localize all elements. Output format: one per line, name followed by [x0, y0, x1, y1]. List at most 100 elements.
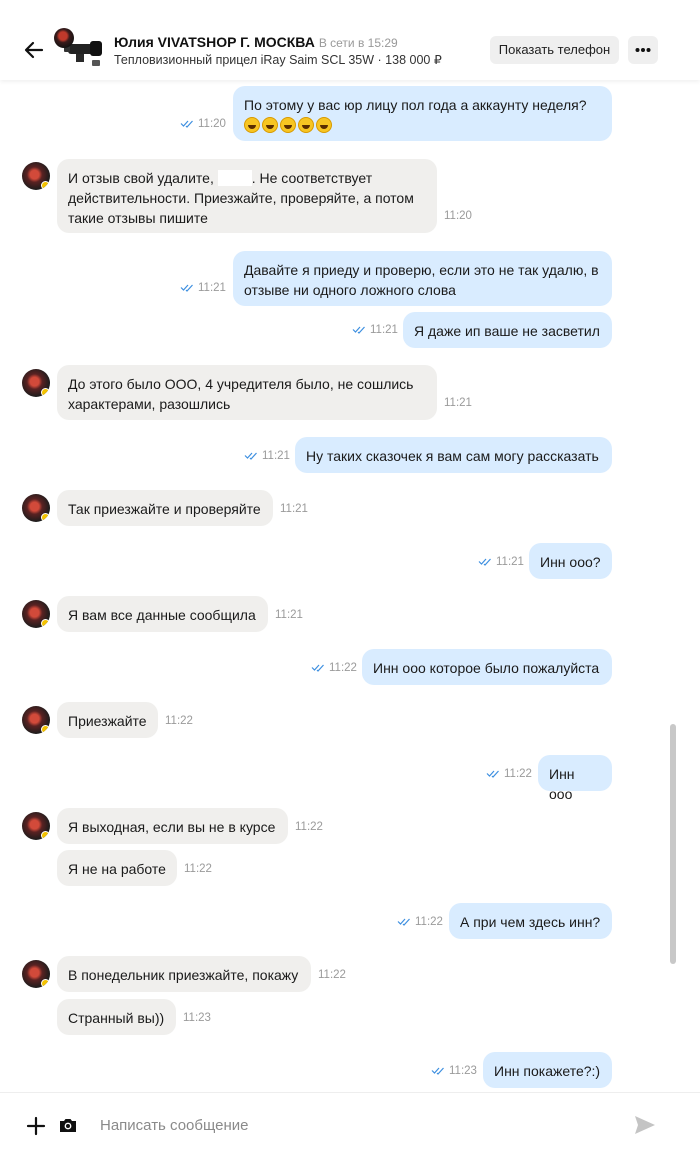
seller-avatar[interactable]: [22, 162, 50, 190]
message-text: Инн ооо которое было пожалуйста: [373, 660, 600, 676]
seller-avatar[interactable]: [22, 960, 50, 988]
incoming-message[interactable]: И отзыв свой удалите, . Не соответствует…: [57, 159, 437, 233]
incoming-message[interactable]: Так приезжайте и проверяйте: [57, 490, 273, 526]
message-text: характерами, разошлись: [68, 396, 231, 412]
outgoing-message[interactable]: Инн покажете?:): [483, 1052, 612, 1088]
message-time: 11:22: [397, 916, 443, 929]
read-check-icon: [311, 663, 325, 675]
message-text: Инн ооо: [549, 766, 575, 802]
incoming-message[interactable]: Я вам все данные сообщила: [57, 596, 268, 632]
message-input[interactable]: [100, 1112, 600, 1138]
outgoing-message[interactable]: По этому у вас юр лицу пол года а аккаун…: [233, 86, 612, 141]
message-time: 11:22: [318, 969, 346, 981]
send-icon[interactable]: [634, 1115, 656, 1135]
message-text: В понедельник приезжайте, покажу: [68, 967, 299, 983]
incoming-message[interactable]: Странный вы)): [57, 999, 176, 1035]
message-time: 11:23: [431, 1065, 477, 1078]
seller-badge-icon: [41, 979, 50, 988]
laughing-emoji-icon: [280, 117, 296, 133]
message-time: 11:21: [352, 324, 398, 337]
back-arrow-icon[interactable]: [22, 38, 46, 62]
laughing-emoji-icon: [262, 117, 278, 133]
incoming-message[interactable]: До этого было ООО, 4 учредителя было, не…: [57, 365, 437, 420]
message-text: По этому у вас юр лицу пол года а аккаун…: [244, 97, 587, 113]
incoming-message[interactable]: В понедельник приезжайте, покажу: [57, 956, 311, 992]
read-check-icon: [431, 1066, 445, 1078]
online-status: В сети в 15:29: [318, 36, 398, 50]
incoming-message[interactable]: Приезжайте: [57, 702, 158, 738]
read-check-icon: [478, 557, 492, 569]
message-time: 11:21: [244, 450, 290, 463]
seller-badge-icon: [41, 388, 50, 397]
seller-badge-icon: [41, 513, 50, 522]
chat-scrollbar[interactable]: [670, 724, 676, 964]
laughing-emoji-icon: [244, 117, 260, 133]
seller-avatar[interactable]: [22, 600, 50, 628]
seller-badge-icon: [41, 619, 50, 628]
outgoing-message[interactable]: А при чем здесь инн?: [449, 903, 612, 939]
read-check-icon: [180, 119, 194, 131]
message-time: 11:21: [444, 397, 472, 409]
redacted-text: [217, 170, 252, 186]
seller-avatar[interactable]: [54, 28, 74, 48]
message-time: 11:20: [180, 118, 226, 131]
attach-plus-icon[interactable]: [25, 1115, 47, 1137]
camera-icon[interactable]: [58, 1115, 78, 1135]
message-time: 11:21: [180, 282, 226, 295]
seller-avatar[interactable]: [22, 369, 50, 397]
message-text: Инн ооо?: [540, 554, 601, 570]
message-time: 11:22: [486, 768, 532, 781]
listing-title[interactable]: Тепловизионный прицел iRay Saim SCL 35W …: [114, 52, 442, 67]
seller-badge-icon: [41, 181, 50, 190]
message-text: И отзыв свой удалите,: [68, 170, 218, 186]
message-text: Инн покажете?:): [494, 1063, 601, 1079]
outgoing-message[interactable]: Ну таких сказочек я вам сам могу рассказ…: [295, 437, 612, 473]
outgoing-message[interactable]: Давайте я приеду и проверю, если это не …: [233, 251, 612, 306]
message-time: 11:23: [183, 1012, 211, 1024]
message-text: Так приезжайте и проверяйте: [68, 501, 261, 517]
laughing-emoji-icon: [316, 117, 332, 133]
message-text: такие отзывы пишите: [68, 210, 208, 226]
read-check-icon: [352, 325, 366, 337]
message-text: отзыве ни одного ложного слова: [244, 282, 456, 298]
read-check-icon: [397, 917, 411, 929]
message-text: А при чем здесь инн?: [460, 914, 601, 930]
read-check-icon: [486, 769, 500, 781]
show-phone-button[interactable]: Показать телефон: [490, 36, 619, 64]
message-text: Я даже ип ваше не засветил: [414, 323, 600, 339]
message-text: Я не на работе: [68, 861, 166, 877]
message-text: Ну таких сказочек я вам сам могу рассказ…: [306, 448, 599, 464]
outgoing-message[interactable]: Инн ооо: [538, 755, 612, 802]
message-time: 11:20: [444, 210, 472, 222]
chat-header: Юлия VIVATSHOP Г. МОСКВА В сети в 15:29 Т…: [0, 0, 700, 80]
incoming-message[interactable]: Я не на работе: [57, 850, 177, 886]
message-text: Я выходная, если вы не в курсе: [68, 819, 276, 835]
laughing-emoji-icon: [298, 117, 314, 133]
message-time: 11:22: [311, 662, 357, 675]
read-check-icon: [180, 283, 194, 295]
more-options-icon[interactable]: [628, 36, 658, 64]
seller-badge-icon: [41, 831, 50, 840]
outgoing-message[interactable]: Инн ооо которое было пожалуйста: [362, 649, 612, 685]
incoming-message[interactable]: Я выходная, если вы не в курсе: [57, 808, 288, 844]
seller-avatar[interactable]: [22, 706, 50, 734]
seller-avatar[interactable]: [22, 494, 50, 522]
message-time: 11:21: [275, 609, 303, 621]
message-text: Давайте я приеду и проверю, если это не …: [244, 262, 599, 278]
outgoing-message[interactable]: Я даже ип ваше не засветил: [403, 312, 612, 348]
message-text: действительности. Приезжайте, проверяйте…: [68, 190, 414, 206]
message-text: Я вам все данные сообщила: [68, 607, 256, 623]
message-text: Приезжайте: [68, 713, 147, 729]
message-time: 11:22: [295, 821, 323, 833]
message-text: До этого было ООО, 4 учредителя было, не…: [68, 376, 414, 392]
message-text: Странный вы)): [68, 1010, 165, 1026]
message-time: 11:22: [165, 715, 193, 727]
message-time: 11:21: [478, 556, 524, 569]
message-composer: [0, 1092, 700, 1172]
seller-name[interactable]: Юлия VIVATSHOP Г. МОСКВА: [114, 34, 315, 50]
outgoing-message[interactable]: Инн ооо?: [529, 543, 612, 579]
message-time: 11:22: [184, 863, 212, 875]
message-list[interactable]: 11:20 По этому у вас юр лицу пол года а …: [0, 80, 668, 1092]
read-check-icon: [244, 451, 258, 463]
seller-avatar[interactable]: [22, 812, 50, 840]
